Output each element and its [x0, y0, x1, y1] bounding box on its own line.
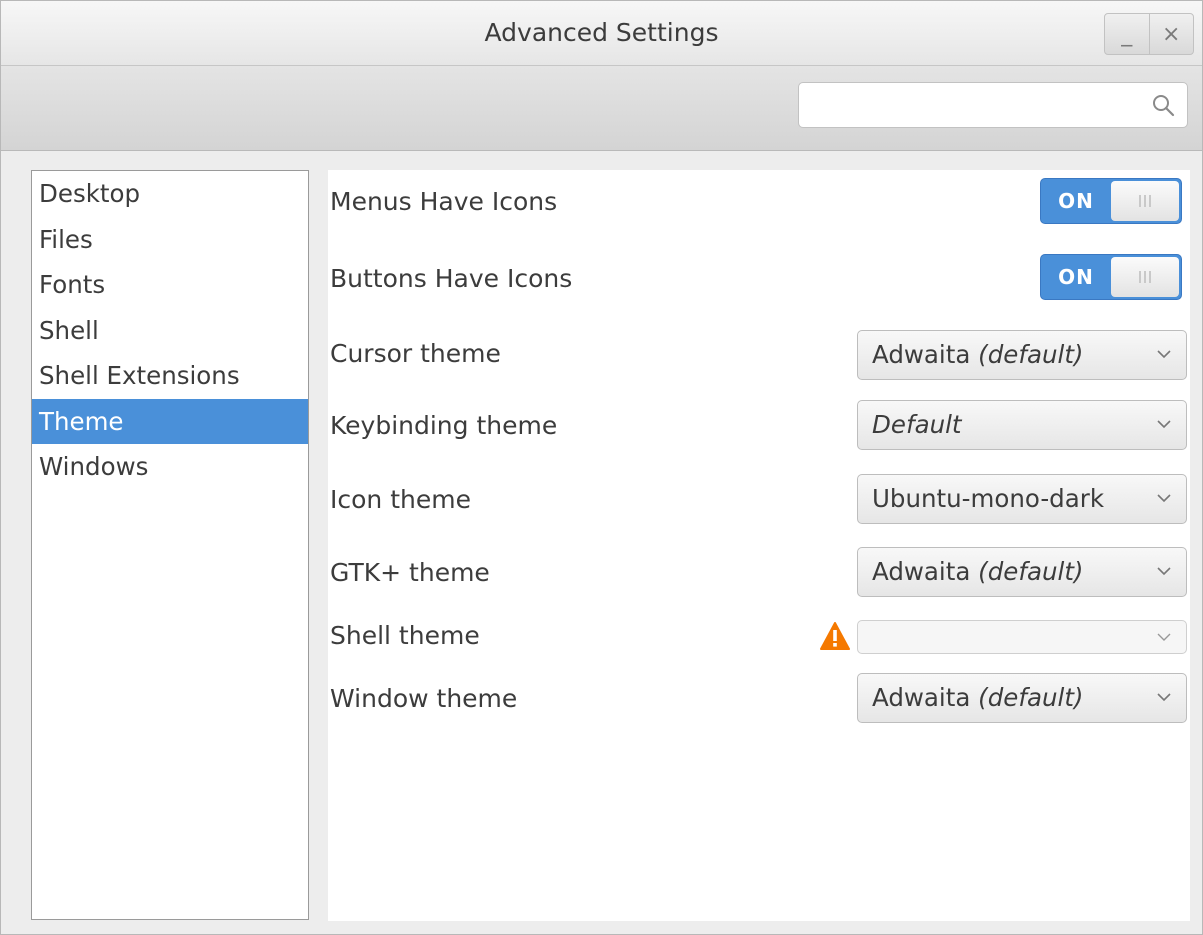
sidebar-item-shell-extensions[interactable]: Shell Extensions: [32, 353, 308, 399]
sidebar-item-windows[interactable]: Windows: [32, 444, 308, 490]
switch-state-label: ON: [1058, 265, 1094, 289]
window-theme-dropdown[interactable]: Adwaita (default): [857, 673, 1187, 723]
category-sidebar: Desktop Files Fonts Shell Shell Extensio…: [31, 170, 309, 920]
dropdown-value: Adwaita (default): [872, 340, 1084, 369]
setting-label: Shell theme: [330, 621, 480, 650]
shell-theme-dropdown[interactable]: [857, 620, 1187, 654]
chevron-down-icon: [1157, 693, 1171, 702]
setting-label: Icon theme: [330, 485, 471, 514]
switch-state-label: ON: [1058, 189, 1094, 213]
setting-row-icon-theme: Icon theme Ubuntu-mono-dark: [328, 474, 1190, 526]
close-icon: ×: [1162, 21, 1181, 47]
gtk-theme-dropdown[interactable]: Adwaita (default): [857, 547, 1187, 597]
setting-row-buttons-have-icons: Buttons Have Icons ON: [328, 254, 1190, 304]
setting-label: Keybinding theme: [330, 411, 558, 440]
setting-row-menus-have-icons: Menus Have Icons ON: [328, 176, 1190, 226]
menus-have-icons-switch[interactable]: ON: [1040, 178, 1182, 224]
minimize-icon: _: [1121, 21, 1133, 47]
header-bar: [1, 66, 1202, 151]
setting-row-shell-theme: Shell theme: [328, 620, 1190, 660]
search-icon: [1153, 95, 1175, 117]
sidebar-item-desktop[interactable]: Desktop: [32, 171, 308, 217]
window-title: Advanced Settings: [484, 18, 719, 47]
switch-knob[interactable]: [1111, 181, 1179, 221]
dropdown-value: Default: [872, 410, 962, 439]
setting-row-cursor-theme: Cursor theme Adwaita (default): [328, 330, 1190, 382]
cursor-theme-dropdown[interactable]: Adwaita (default): [857, 330, 1187, 380]
sidebar-item-theme[interactable]: Theme: [32, 398, 308, 444]
dropdown-value: Ubuntu-mono-dark: [872, 484, 1105, 513]
title-bar[interactable]: Advanced Settings _ ×: [1, 1, 1202, 66]
settings-panel: Menus Have Icons ON Buttons Have Icons O…: [328, 170, 1190, 921]
chevron-down-icon: [1157, 567, 1171, 576]
minimize-button[interactable]: _: [1105, 14, 1149, 54]
search-input[interactable]: [807, 89, 1131, 123]
sidebar-item-shell[interactable]: Shell: [32, 308, 308, 354]
search-box[interactable]: [798, 82, 1188, 128]
setting-label: Window theme: [330, 684, 518, 713]
chevron-down-icon: [1157, 633, 1171, 641]
close-button[interactable]: ×: [1148, 14, 1194, 54]
setting-row-keybinding-theme: Keybinding theme Default: [328, 400, 1190, 452]
window-controls: _ ×: [1104, 13, 1194, 55]
app-window: Advanced Settings _ × Desktop Files Font…: [0, 0, 1203, 935]
dropdown-value: Adwaita (default): [872, 683, 1084, 712]
setting-row-window-theme: Window theme Adwaita (default): [328, 673, 1190, 725]
sidebar-item-files[interactable]: Files: [32, 217, 308, 263]
warning-icon: [820, 622, 850, 650]
keybinding-theme-dropdown[interactable]: Default: [857, 400, 1187, 450]
sidebar-item-fonts[interactable]: Fonts: [32, 262, 308, 308]
setting-label: Buttons Have Icons: [330, 264, 573, 293]
setting-label: Menus Have Icons: [330, 187, 558, 216]
setting-label: GTK+ theme: [330, 558, 490, 587]
setting-row-gtk-theme: GTK+ theme Adwaita (default): [328, 547, 1190, 599]
chevron-down-icon: [1157, 494, 1171, 503]
dropdown-value: Adwaita (default): [872, 557, 1084, 586]
chevron-down-icon: [1157, 350, 1171, 359]
switch-knob[interactable]: [1111, 257, 1179, 297]
icon-theme-dropdown[interactable]: Ubuntu-mono-dark: [857, 474, 1187, 524]
setting-label: Cursor theme: [330, 339, 501, 368]
buttons-have-icons-switch[interactable]: ON: [1040, 254, 1182, 300]
chevron-down-icon: [1157, 420, 1171, 429]
